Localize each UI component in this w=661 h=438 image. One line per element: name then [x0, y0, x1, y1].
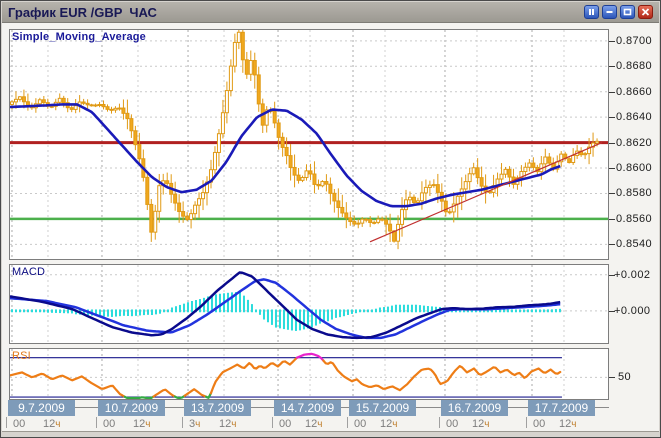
- axis-tick-mark: [609, 168, 615, 170]
- time-label: 3ч: [189, 418, 201, 430]
- rsi-panel: [9, 348, 609, 400]
- rsi-line: [322, 359, 562, 392]
- maximize-icon: [623, 8, 632, 16]
- y-axis-tick-label: 0.8600: [616, 162, 653, 175]
- pin-button[interactable]: [584, 5, 599, 19]
- macd-line: [10, 271, 561, 340]
- rsi-plot[interactable]: [10, 349, 608, 399]
- day-tick-mark: [95, 417, 97, 428]
- axis-tick-mark: [609, 274, 615, 276]
- minimize-icon: [606, 11, 613, 13]
- time-label: 12ч: [380, 418, 398, 430]
- time-axis: 00 12ч 00 12ч 3ч 12ч 00 12ч 00 12ч 00 12ч 00 12ч: [5, 417, 619, 431]
- axis-tick-mark: [609, 117, 615, 119]
- window-title: График EUR /GBP ЧАС: [8, 4, 157, 20]
- time-label: 12ч: [558, 418, 577, 430]
- date-label: 15.7.2009: [349, 400, 416, 416]
- day-tick-mark: [272, 417, 274, 428]
- day-tick-mark: [347, 417, 348, 428]
- date-label: 9.7.2009: [7, 400, 75, 416]
- y-axis-tick-label: 0.8700: [616, 34, 653, 47]
- time-label: 00: [279, 418, 292, 430]
- y-axis-tick-label: 0.8620: [616, 136, 653, 149]
- y-axis-tick-label: 0.8640: [616, 111, 653, 124]
- axis-tick-mark: [609, 66, 615, 68]
- candles: [10, 30, 600, 250]
- time-label: 00: [445, 418, 459, 430]
- close-icon: [641, 8, 650, 16]
- time-label: 12ч: [219, 418, 237, 430]
- close-button[interactable]: [638, 5, 653, 19]
- time-label: 12ч: [305, 418, 323, 430]
- rsi-line: [152, 388, 177, 398]
- axis-tick-mark: [609, 193, 615, 195]
- axis-tick-mark: [609, 377, 615, 379]
- date-label: 13.7.2009: [184, 400, 252, 416]
- axis-tick-mark: [609, 142, 615, 144]
- window-titlebar[interactable]: График EUR /GBP ЧАС: [2, 2, 659, 23]
- macd-panel: [9, 264, 609, 344]
- time-label: 00: [532, 418, 546, 430]
- day-tick-mark: [182, 417, 184, 428]
- y-axis-tick-label: 0.8680: [616, 60, 653, 73]
- maximize-button[interactable]: [620, 5, 635, 19]
- time-label: 12ч: [42, 418, 61, 430]
- day-tick-mark: [5, 417, 7, 428]
- axis-tick-mark: [609, 310, 615, 312]
- time-label: 12ч: [132, 418, 151, 430]
- axis-tick-mark: [609, 40, 615, 42]
- y-axis-tick-label: 50: [618, 371, 632, 384]
- price-panel: [9, 29, 609, 260]
- time-label: 00: [12, 418, 26, 430]
- y-axis-tick-label: +0.000: [614, 304, 651, 317]
- day-tick-mark: [438, 417, 440, 428]
- trend-line: [369, 142, 603, 243]
- y-axis-tick-label: +0.002: [614, 268, 651, 281]
- date-label: 17.7.2009: [527, 400, 595, 416]
- price-plot[interactable]: [10, 30, 608, 259]
- date-axis: 9.7.2009 10.7.2009 13.7.2009 14.7.2009 15.7.…: [7, 400, 609, 417]
- y-axis-tick-label: 0.8540: [616, 238, 653, 251]
- macd-plot[interactable]: [10, 265, 608, 343]
- y-axis-tick-label: 0.8580: [616, 187, 653, 200]
- day-tick-mark: [525, 417, 527, 428]
- window-bottom-frame: [2, 431, 659, 437]
- minimize-button[interactable]: [602, 5, 617, 19]
- pause-icon: [589, 9, 594, 15]
- y-axis-tick-label: 0.8660: [616, 85, 653, 98]
- y-axis-tick-label: 0.8560: [616, 212, 653, 225]
- rsi-line: [173, 394, 186, 399]
- time-label: 00: [102, 418, 116, 430]
- axis-tick-mark: [609, 244, 615, 246]
- date-label: 16.7.2009: [440, 400, 508, 416]
- window-controls: [584, 5, 653, 19]
- date-label: 10.7.2009: [97, 400, 165, 416]
- axis-tick-mark: [609, 91, 615, 93]
- rsi-line: [10, 371, 126, 398]
- axis-tick-mark: [609, 218, 615, 220]
- time-label: 12ч: [471, 418, 490, 430]
- chart-window: График EUR /GBP ЧАС Simple_Moving_Averag…: [0, 0, 661, 438]
- time-label: 00: [354, 418, 367, 430]
- date-label: 14.7.2009: [274, 400, 342, 416]
